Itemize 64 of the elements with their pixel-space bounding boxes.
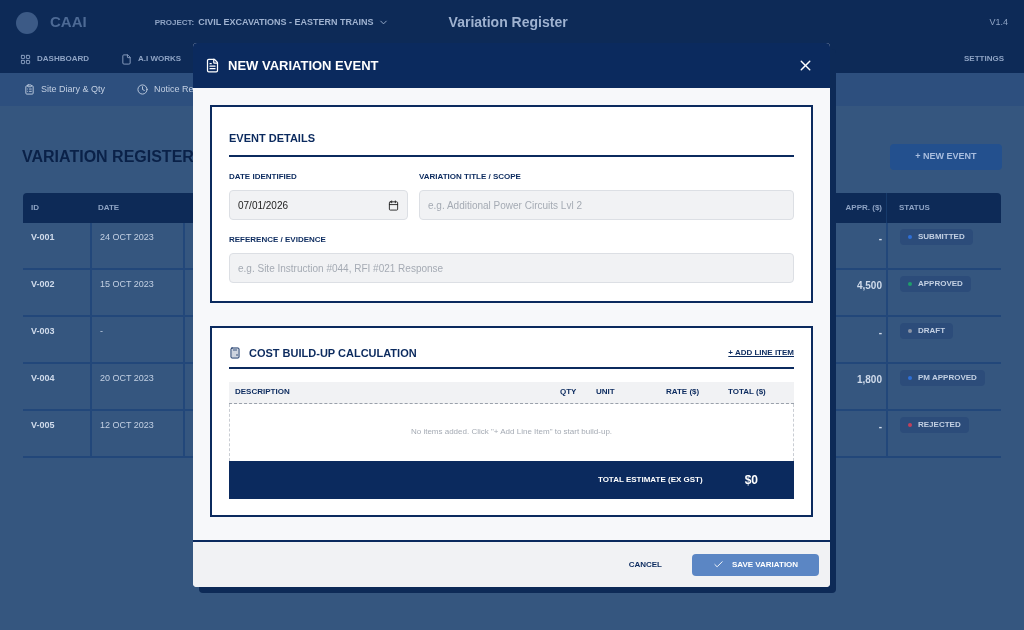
version-label: V1.4	[989, 15, 1008, 29]
calendar-icon	[388, 199, 399, 211]
check-icon	[712, 559, 724, 570]
settings-tab[interactable]: SETTINGS	[964, 53, 1004, 65]
nav-tab[interactable]: A.I WORKS	[121, 53, 182, 65]
table-cell-text: V-004	[30, 372, 56, 385]
status-badge: APPROVED	[900, 276, 971, 292]
cancel-button[interactable]: CANCEL	[620, 554, 670, 575]
column-header: ID	[30, 202, 40, 214]
calculator-icon	[229, 347, 241, 360]
grid-icon	[20, 53, 31, 65]
field-label: VARIATION TITLE / SCOPE	[419, 171, 522, 183]
status-badge: SUBMITTED	[900, 229, 973, 245]
document-icon	[205, 58, 220, 73]
date-field[interactable]: 07/01/2026	[229, 190, 408, 220]
save-button[interactable]: SAVE VARIATION	[692, 553, 819, 576]
clipboard-icon	[24, 84, 35, 95]
table-cell-text: V-002	[30, 278, 56, 291]
column-header: STATUS	[886, 193, 1001, 223]
app-logo: CAAI	[50, 12, 87, 33]
field-label: REFERENCE / EVIDENCE	[229, 234, 327, 246]
total-value: $0	[744, 471, 758, 489]
modal-title: NEW VARIATION EVENT	[228, 56, 379, 75]
project-selector[interactable]: CIVIL EXCAVATIONS - EASTERN TRAINS	[198, 15, 374, 30]
table-cell: 20 OCT 2023	[90, 364, 183, 409]
clock-icon	[137, 84, 148, 95]
status-badge: REJECTED	[900, 417, 969, 433]
table-cell-text: 4,500	[855, 279, 883, 293]
project-label: PROJECT:	[154, 16, 195, 29]
status-badge: PM APPROVED	[900, 370, 985, 386]
subnav-tab[interactable]: Notice Re	[137, 82, 194, 97]
table-cell-text: -	[877, 420, 883, 434]
total-label: TOTAL ESTIMATE (EX GST)	[597, 473, 703, 486]
add-line-item-link[interactable]: + ADD LINE ITEM	[728, 347, 794, 360]
column-header: RATE ($)	[666, 386, 701, 398]
status-badge: DRAFT	[900, 323, 954, 339]
table-cell-text: -	[877, 326, 883, 340]
table-cell-text: V-003	[30, 325, 56, 338]
logo-icon	[16, 11, 38, 34]
table-cell-text: -	[877, 232, 883, 246]
column-header: APPR. ($)	[844, 202, 883, 214]
table-cell: 24 OCT 2023	[90, 223, 183, 268]
table-cell: 12 OCT 2023	[90, 411, 183, 456]
empty-message: No items added. Click "+ Add Line Item" to start build-up.	[410, 426, 613, 438]
column-header: DESCRIPTION	[235, 386, 291, 398]
column-header: UNIT	[596, 386, 616, 398]
table-cell-text: V-005	[30, 419, 56, 432]
column-header: TOTAL ($)	[728, 386, 767, 398]
input-field[interactable]: e.g. Site Instruction #044, RFI #021 Response	[229, 253, 794, 283]
document-icon	[121, 53, 132, 65]
table-cell: -	[90, 317, 183, 362]
column-header: DATE	[97, 202, 121, 214]
table-cell: 15 OCT 2023	[90, 270, 183, 315]
subnav-tab[interactable]: Site Diary & Qty	[24, 82, 105, 97]
section-title: COST BUILD-UP CALCULATION	[249, 346, 417, 361]
page-title: Variation Register	[448, 13, 568, 32]
field-label: DATE IDENTIFIED	[229, 171, 298, 183]
input-field[interactable]: e.g. Additional Power Circuits Lvl 2	[419, 190, 794, 220]
table-cell-text: V-001	[30, 231, 56, 244]
table-cell-text: 1,800	[855, 373, 883, 387]
nav-tab[interactable]: DASHBOARD	[20, 53, 89, 65]
new-event-button[interactable]: + NEW EVENT	[890, 144, 1002, 170]
section-title: EVENT DETAILS	[229, 132, 315, 144]
column-header: QTY	[560, 386, 578, 398]
